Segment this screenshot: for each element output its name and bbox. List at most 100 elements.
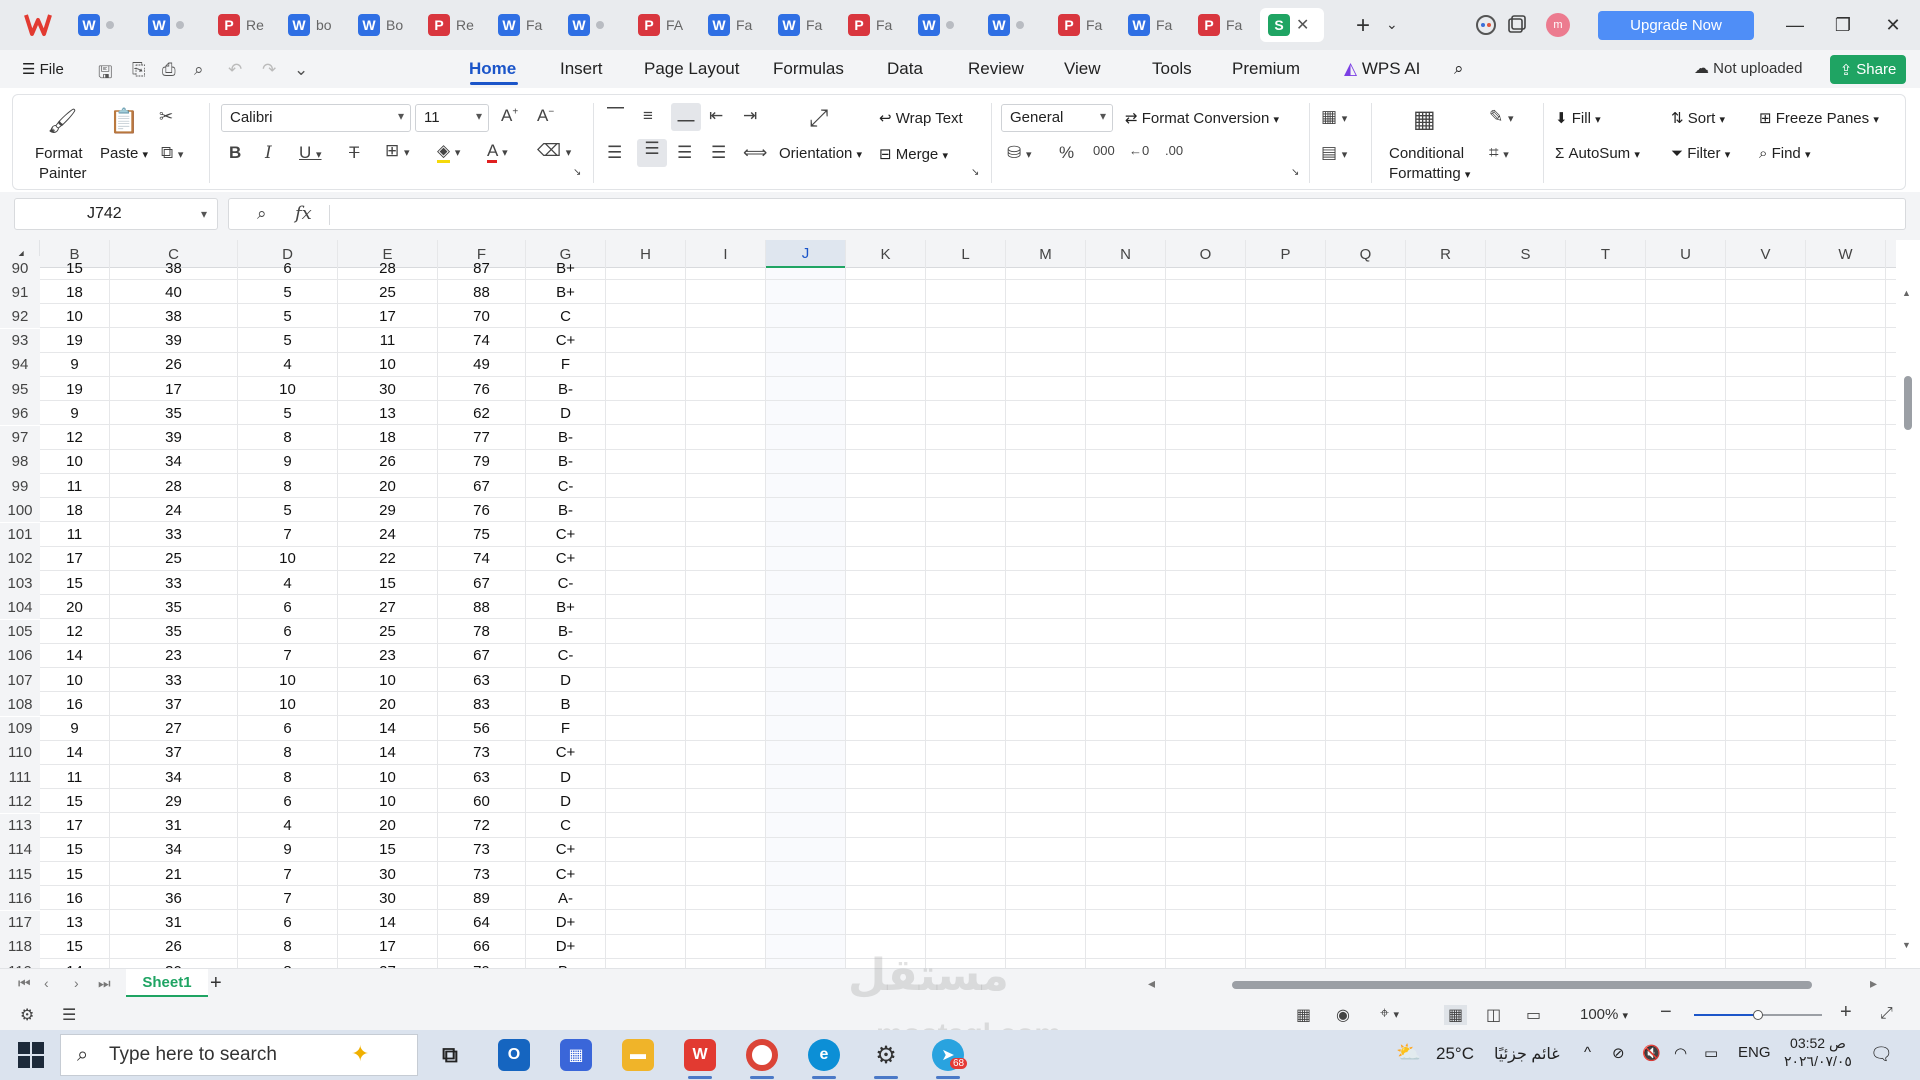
cell-e[interactable]: 25 [338, 619, 438, 644]
row-header[interactable]: 104 [0, 595, 40, 620]
wps-office-icon[interactable]: W [684, 1039, 716, 1071]
percent-icon[interactable]: % [1059, 143, 1074, 163]
number-dialog-launcher-icon[interactable]: ↘ [1291, 167, 1299, 178]
first-sheet-icon[interactable]: ⏮ [18, 975, 31, 992]
cell-c[interactable]: 38 [110, 256, 238, 280]
print-icon[interactable]: ⎙ [162, 60, 176, 80]
minimize-icon[interactable]: — [1780, 10, 1810, 40]
new-tab-icon[interactable]: + [1356, 12, 1370, 40]
cell-d[interactable]: 7 [238, 886, 338, 911]
autosum-button[interactable]: Σ AutoSum ▾ [1555, 145, 1640, 162]
cell-c[interactable]: 31 [110, 813, 238, 838]
row-header[interactable]: 96 [0, 401, 40, 426]
cell-c[interactable]: 34 [110, 765, 238, 789]
cell-d[interactable]: 4 [238, 813, 338, 838]
cell-f[interactable]: 87 [438, 256, 526, 280]
cell-d[interactable]: 6 [238, 910, 338, 935]
cell-c[interactable]: 35 [110, 401, 238, 426]
last-sheet-icon[interactable]: ⏭ [98, 975, 111, 992]
cell-b[interactable]: 12 [40, 619, 110, 644]
row-header[interactable]: 102 [0, 546, 40, 571]
format-painter-label[interactable]: Format [35, 145, 83, 162]
increase-decimal-icon[interactable]: ←0 [1129, 143, 1149, 158]
cell-f[interactable]: 88 [438, 280, 526, 304]
cell-d[interactable]: 9 [238, 449, 338, 474]
task-view-icon[interactable]: ⧉ [434, 1039, 466, 1071]
cell-g[interactable]: B- [526, 959, 606, 968]
cell-e[interactable]: 24 [338, 522, 438, 547]
cell-c[interactable]: 39 [110, 328, 238, 353]
cell-g[interactable]: F [526, 352, 606, 377]
cell-e[interactable]: 17 [338, 304, 438, 329]
format-painter-icon[interactable]: 🖌 [47, 107, 77, 136]
increase-indent-icon[interactable]: ⇥ [743, 106, 757, 126]
bold-icon[interactable]: B [229, 143, 241, 163]
document-tab[interactable]: P Re [210, 8, 274, 42]
copy-icon[interactable]: ⧉ ▾ [161, 143, 183, 163]
paste-icon[interactable]: 📋 [109, 107, 139, 136]
cell-b[interactable]: 9 [40, 401, 110, 426]
cell-b[interactable]: 11 [40, 765, 110, 789]
cell-d[interactable]: 7 [238, 862, 338, 886]
cell-f[interactable]: 88 [438, 595, 526, 620]
cell-g[interactable]: C- [526, 571, 606, 595]
chrome-icon[interactable] [746, 1039, 778, 1071]
cell-b[interactable]: 15 [40, 571, 110, 595]
document-tab[interactable]: W Fa [770, 8, 834, 42]
restore-icon[interactable]: ❐ [1828, 10, 1858, 40]
document-tab[interactable]: S ✕ [1260, 8, 1324, 42]
cell-c[interactable]: 26 [110, 352, 238, 377]
row-header[interactable]: 91 [0, 280, 40, 304]
cell-c[interactable]: 17 [110, 377, 238, 401]
cell-c[interactable]: 39 [110, 425, 238, 450]
cell-f[interactable]: 70 [438, 304, 526, 329]
cell-b[interactable]: 19 [40, 377, 110, 401]
cell-f[interactable]: 73 [438, 837, 526, 862]
cell-b[interactable]: 15 [40, 934, 110, 959]
thousands-separator-icon[interactable]: 000 [1093, 143, 1115, 158]
cell-c[interactable]: 25 [110, 546, 238, 571]
scroll-down-icon[interactable]: ▼ [1902, 940, 1911, 950]
cell-c[interactable]: 28 [110, 474, 238, 498]
clock[interactable]: 03:52 ص ٢٠٢٦/٠٧/٠٥ [1784, 1034, 1852, 1070]
cell-f[interactable]: 76 [438, 377, 526, 401]
tab-review[interactable]: Review [968, 59, 1024, 79]
row-header[interactable]: 101 [0, 522, 40, 547]
search-icon[interactable]: ⌕ [1454, 59, 1464, 79]
cell-f[interactable]: 56 [438, 716, 526, 741]
add-sheet-icon[interactable]: + [210, 972, 222, 995]
cell-b[interactable]: 16 [40, 886, 110, 911]
fill-button[interactable]: ⬇ Fill ▾ [1555, 109, 1601, 127]
cell-d[interactable]: 9 [238, 837, 338, 862]
edge-icon[interactable]: e [808, 1039, 840, 1071]
focus-mode-icon[interactable]: ⌖ ▾ [1380, 1005, 1399, 1023]
cell-e[interactable]: 14 [338, 910, 438, 935]
document-tab[interactable]: W [980, 8, 1044, 42]
sheet-list-icon[interactable]: ☰ [62, 1005, 76, 1025]
cell-d[interactable]: 10 [238, 546, 338, 571]
tab-page-layout[interactable]: Page Layout [644, 59, 739, 79]
insert-function-icon[interactable]: fx [295, 203, 312, 224]
font-name-select[interactable]: Calibri ▾ [221, 104, 411, 132]
cell-g[interactable]: D+ [526, 934, 606, 959]
wrap-text-button[interactable]: ↩ Wrap Text [879, 109, 963, 127]
cell-e[interactable]: 11 [338, 328, 438, 353]
network-off-icon[interactable]: ⊘ [1612, 1044, 1625, 1062]
cell-c[interactable]: 24 [110, 498, 238, 523]
find-button[interactable]: ⌕ Find ▾ [1759, 145, 1810, 162]
cell-c[interactable]: 27 [110, 716, 238, 741]
cell-c[interactable]: 33 [110, 668, 238, 692]
volume-muted-icon[interactable]: 🔇 [1642, 1044, 1661, 1062]
cell-e[interactable]: 10 [338, 789, 438, 814]
row-header[interactable]: 105 [0, 619, 40, 644]
document-tab[interactable]: P Fa [840, 8, 904, 42]
hscroll-right-icon[interactable]: ▸ [1870, 975, 1877, 992]
cell-f[interactable]: 62 [438, 401, 526, 426]
row-header[interactable]: 111 [0, 765, 40, 789]
cell-d[interactable]: 6 [238, 716, 338, 741]
increase-font-icon[interactable]: A+ [501, 106, 518, 126]
taskbar-search-input[interactable]: ⌕ Type here to search ✦ [60, 1034, 418, 1076]
align-center-icon[interactable]: ☰ [637, 139, 667, 167]
undo-icon[interactable]: ↶ [228, 60, 242, 80]
vertical-scroll-thumb[interactable] [1904, 376, 1912, 430]
